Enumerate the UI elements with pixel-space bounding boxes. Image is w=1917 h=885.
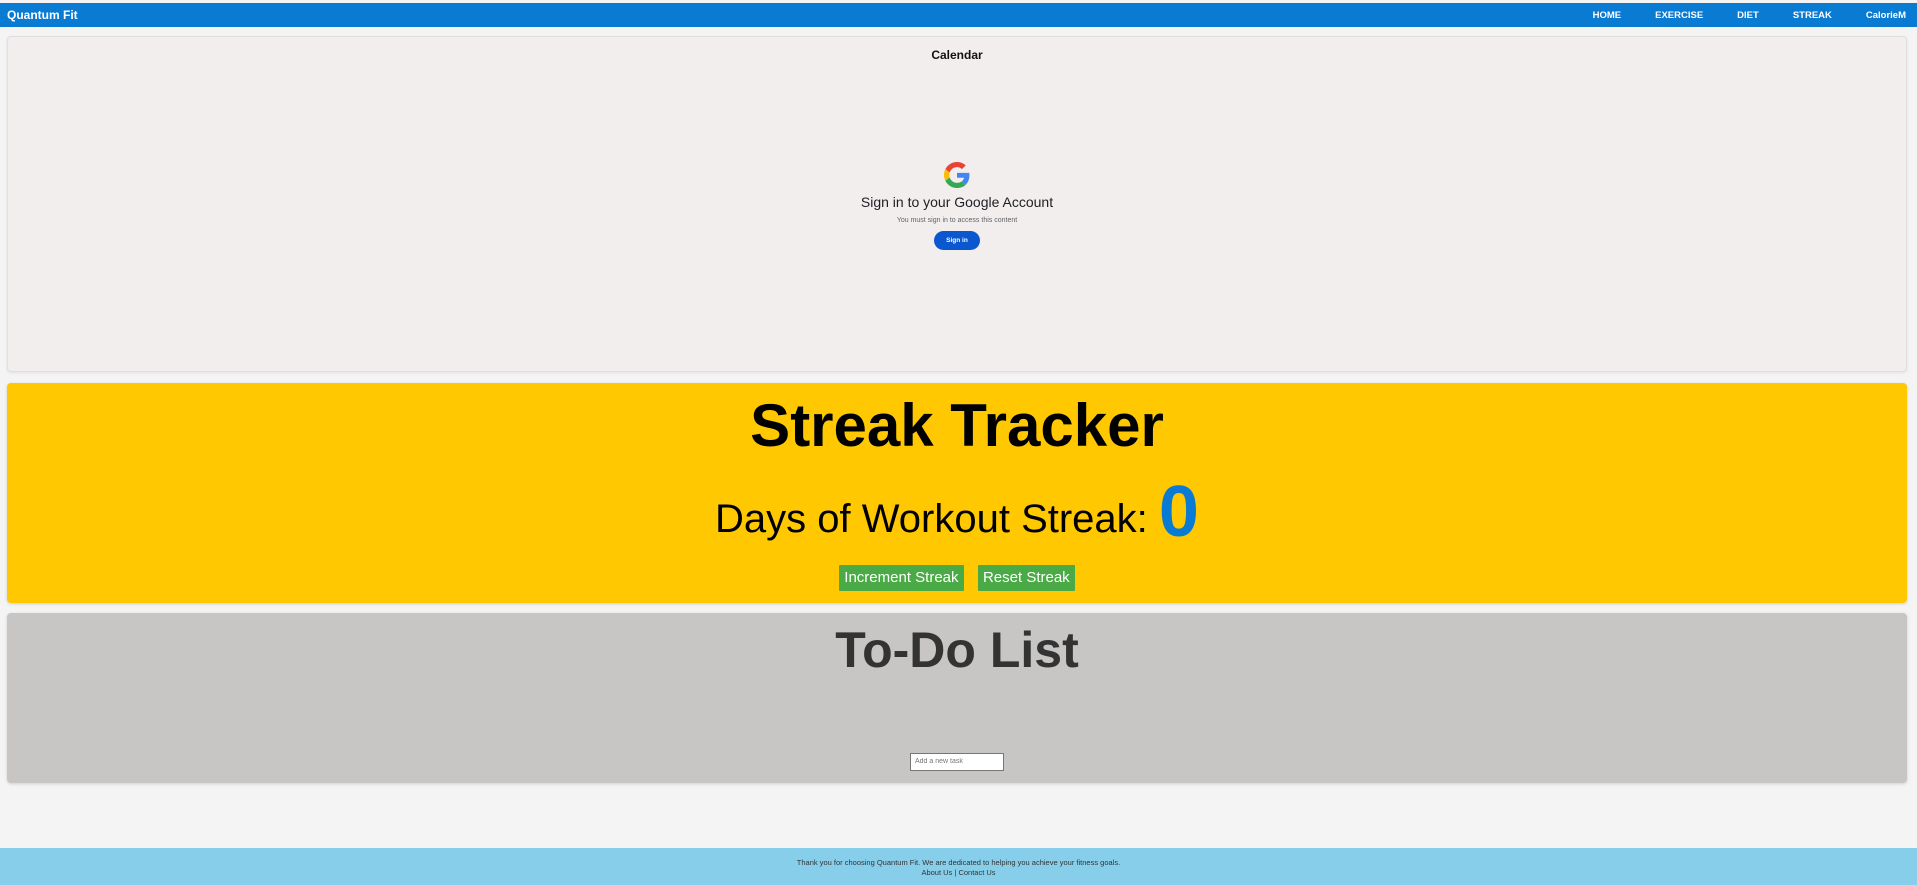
streak-title: Streak Tracker [750,392,1164,459]
footer-separator: | [954,868,957,877]
todo-input-wrap [7,750,1907,771]
signin-heading: Sign in to your Google Account [860,194,1054,210]
increment-streak-button[interactable]: Increment Streak [839,565,964,591]
nav-link-caloriem[interactable]: CalorieM [1866,10,1906,21]
streak-days-line: Days of Workout Streak: 0 [7,466,1907,560]
nav-link-diet[interactable]: DIET [1737,10,1759,21]
top-navbar: Quantum Fit HOME EXERCISE DIET STREAK Ca… [0,3,1917,27]
nav-link-exercise[interactable]: EXERCISE [1655,10,1703,21]
streak-count: 0 [1158,472,1199,552]
todo-list-panel: To-Do List [7,613,1907,783]
todo-title: To-Do List [835,622,1079,678]
nav-links: HOME EXERCISE DIET STREAK CalorieM [1559,10,1906,21]
google-signin-button[interactable]: Sign in [934,231,980,250]
about-us-link[interactable]: About Us [921,868,952,877]
streak-days-label: Days of Workout Streak: [715,497,1148,541]
calendar-panel: Calendar Sign in to your Google Account … [7,36,1907,372]
nav-link-home[interactable]: HOME [1593,10,1622,21]
google-signin-embed: Sign in to your Google Account You must … [8,162,1906,250]
page-footer: Thank you for choosing Quantum Fit. We a… [0,848,1917,885]
footer-links: About Us | Contact Us [0,868,1917,877]
footer-message: Thank you for choosing Quantum Fit. We a… [796,858,1121,867]
google-logo-icon [944,162,970,188]
brand-logo[interactable]: Quantum Fit [7,8,78,22]
contact-us-link[interactable]: Contact Us [958,868,995,877]
calendar-title: Calendar [931,48,983,62]
new-task-input[interactable] [910,752,1004,771]
streak-buttons: Increment Streak Reset Streak [7,565,1907,591]
reset-streak-button[interactable]: Reset Streak [977,565,1075,591]
nav-link-streak[interactable]: STREAK [1793,10,1832,21]
signin-subtext: You must sign in to access this content [896,217,1018,224]
streak-tracker-panel: Streak Tracker Days of Workout Streak: 0… [7,383,1907,603]
